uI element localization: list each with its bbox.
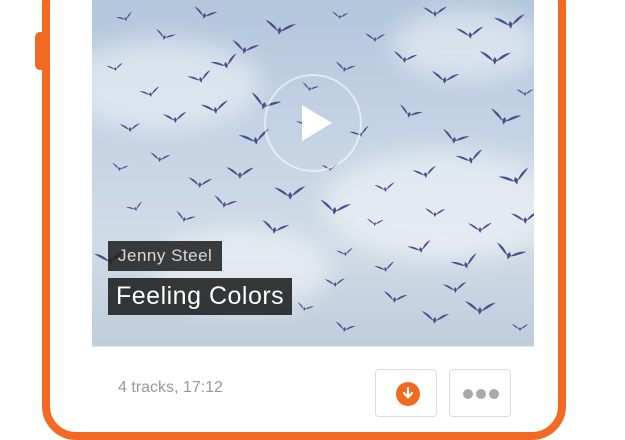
- bird-icon: [516, 87, 534, 97]
- bird-icon: [422, 4, 448, 18]
- bird-icon: [463, 297, 498, 317]
- bird-icon: [273, 182, 307, 201]
- bird-icon: [373, 259, 397, 276]
- bird-icon: [262, 16, 298, 39]
- bird-icon: [324, 275, 347, 288]
- bird-icon: [335, 246, 355, 259]
- bird-icon: [364, 31, 387, 44]
- bird-icon: [115, 9, 135, 24]
- bird-icon: [211, 192, 240, 212]
- bird-icon: [438, 125, 471, 149]
- bird-icon: [173, 208, 198, 226]
- bird-icon: [478, 47, 513, 67]
- bird-icon: [110, 161, 130, 174]
- track-count-duration: 4 tracks, 17:12: [118, 379, 223, 396]
- bird-icon: [333, 59, 357, 75]
- bird-icon: [225, 164, 255, 181]
- bird-icon: [455, 23, 486, 41]
- play-button[interactable]: [264, 74, 362, 172]
- bird-icon: [187, 174, 214, 190]
- more-dots-icon: [489, 389, 499, 399]
- phone-side-button: [35, 32, 44, 70]
- bird-icon: [419, 307, 450, 326]
- app-screen: Jenny Steel Feeling Colors 4 tracks, 17:…: [92, 0, 534, 417]
- bird-icon: [467, 220, 493, 234]
- bird-icon: [429, 67, 460, 86]
- bird-icon: [511, 322, 529, 332]
- bird-icon: [333, 319, 357, 335]
- playlist-title[interactable]: Feeling Colors: [108, 278, 293, 315]
- more-dots-icon: [463, 389, 473, 399]
- bird-icon: [510, 208, 534, 226]
- bird-icon: [161, 109, 188, 126]
- bird-icon: [441, 279, 468, 296]
- bird-icon: [119, 120, 142, 133]
- bird-icon: [366, 216, 385, 227]
- bird-icon: [486, 104, 523, 129]
- bird-icon: [424, 206, 447, 219]
- bird-icon: [295, 300, 315, 314]
- bird-icon: [148, 150, 171, 165]
- more-dots-icon: [476, 389, 486, 399]
- bird-icon: [331, 9, 350, 20]
- playlist-footer: 4 tracks, 17:12: [92, 346, 534, 417]
- download-button[interactable]: [375, 369, 437, 417]
- bird-icon: [395, 101, 424, 123]
- more-options-button[interactable]: [449, 369, 511, 417]
- download-icon: [396, 382, 420, 406]
- bird-icon: [317, 196, 353, 219]
- bird-icon: [381, 288, 409, 306]
- playlist-artwork[interactable]: Jenny Steel Feeling Colors: [92, 0, 534, 346]
- bird-icon: [125, 199, 145, 214]
- play-icon: [302, 105, 332, 141]
- bird-icon: [391, 48, 419, 66]
- artist-name[interactable]: Jenny Steel: [108, 241, 223, 271]
- bird-icon: [191, 3, 220, 23]
